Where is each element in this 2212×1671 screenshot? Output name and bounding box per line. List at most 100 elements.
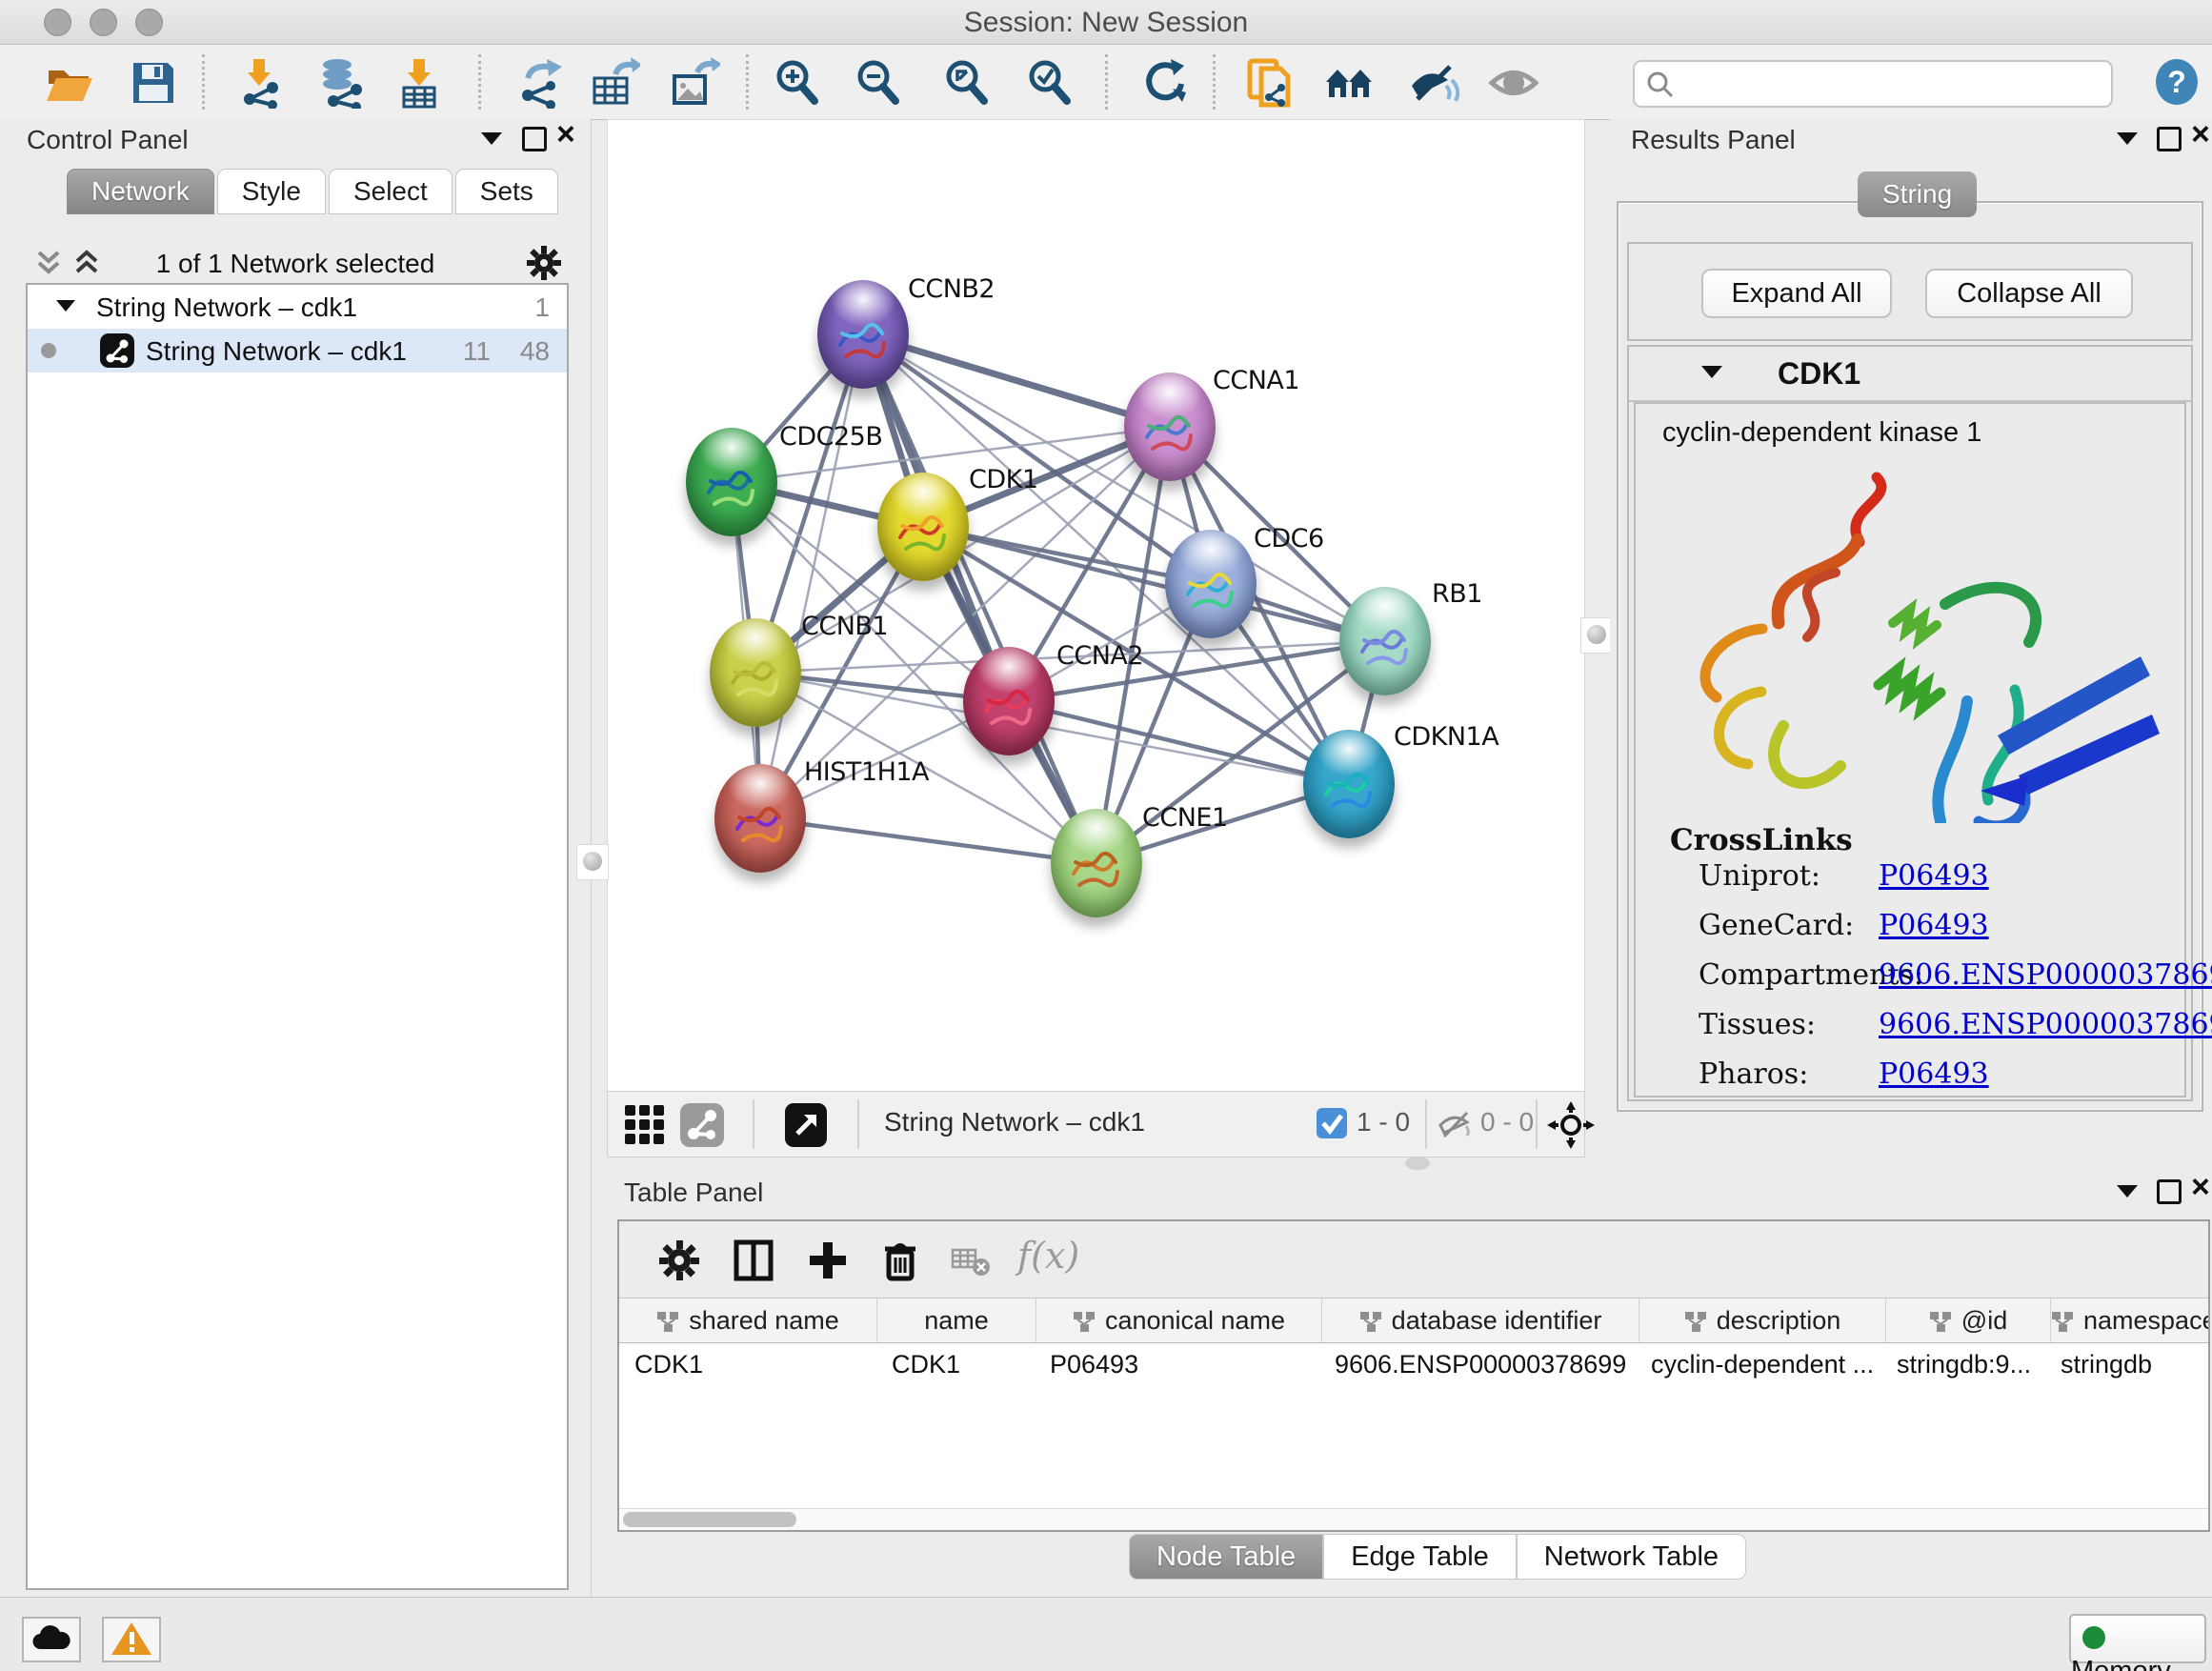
toolbar-separator: [746, 54, 749, 110]
table-cell[interactable]: P06493: [1035, 1343, 1319, 1385]
string-view-icon[interactable]: [680, 1103, 724, 1147]
zoom-out-icon[interactable]: [853, 57, 904, 109]
network-node-CDC6[interactable]: [1165, 530, 1257, 638]
network-node-HIST1H1A[interactable]: [714, 764, 806, 873]
edge-CCNB2-CCNA1[interactable]: [863, 334, 1170, 427]
network-node-CCNE1[interactable]: [1051, 809, 1142, 917]
crosslink-link[interactable]: P06493: [1879, 909, 1989, 942]
horizontal-scrollbar[interactable]: [619, 1508, 2208, 1530]
tab-style[interactable]: Style: [217, 169, 326, 214]
hide-selection-icon[interactable]: [1408, 57, 1459, 109]
tab-select[interactable]: Select: [329, 169, 452, 214]
import-network-icon[interactable]: [236, 57, 288, 109]
tab-edge-table[interactable]: Edge Table: [1323, 1534, 1517, 1580]
zoom-selected-icon[interactable]: [1024, 57, 1076, 109]
tab-sets[interactable]: Sets: [455, 169, 558, 214]
crosslinks-title: CrossLinks: [1670, 823, 1853, 857]
tab-node-table[interactable]: Node Table: [1129, 1534, 1323, 1580]
column-header-shared-name[interactable]: shared name: [619, 1299, 877, 1342]
network-options-gear-icon[interactable]: [526, 245, 562, 281]
column-header-namespace[interactable]: namespace: [2051, 1299, 2208, 1342]
refresh-icon[interactable]: [1138, 57, 1190, 109]
table-cell[interactable]: cyclin-dependent ...: [1636, 1343, 1881, 1385]
close-panel-icon[interactable]: ×: [2191, 1178, 2210, 1197]
expand-all-button[interactable]: Expand All: [1701, 269, 1892, 318]
table-cell[interactable]: 9606.ENSP00000378699: [1319, 1343, 1636, 1385]
network-node-RB1[interactable]: [1339, 587, 1431, 695]
main-toolbar: ?: [0, 45, 2212, 120]
open-session-icon[interactable]: [44, 57, 95, 109]
search-input[interactable]: [1680, 66, 2103, 100]
import-network-database-icon[interactable]: [316, 57, 368, 109]
network-node-CDC25B[interactable]: [686, 428, 777, 536]
zoom-fit-icon[interactable]: [941, 57, 993, 109]
table-cell[interactable]: stringdb:9...: [1881, 1343, 2045, 1385]
tab-network[interactable]: Network: [67, 169, 214, 214]
collapse-all-button[interactable]: Collapse All: [1925, 269, 2133, 318]
table-cell[interactable]: CDK1: [876, 1343, 1035, 1385]
selected-checkbox-icon[interactable]: [1317, 1108, 1347, 1138]
close-panel-icon[interactable]: ×: [2191, 125, 2210, 144]
column-header-name[interactable]: name: [877, 1299, 1036, 1342]
crosslink-link[interactable]: P06493: [1879, 1057, 1989, 1091]
float-panel-icon[interactable]: [2157, 127, 2182, 151]
entry-collapse-icon[interactable]: [1701, 366, 1722, 378]
delete-column-icon[interactable]: [878, 1238, 922, 1282]
float-panel-icon[interactable]: [522, 127, 547, 151]
show-all-icon[interactable]: [1488, 57, 1539, 109]
network-node-CDK1[interactable]: [877, 473, 969, 581]
tree-expand-icon[interactable]: [56, 300, 75, 312]
table-options-gear-icon[interactable]: [657, 1238, 701, 1282]
cloud-status-button[interactable]: [22, 1617, 81, 1662]
warning-status-button[interactable]: [102, 1617, 161, 1662]
new-network-from-selection-icon[interactable]: [1246, 57, 1297, 109]
table-cell[interactable]: stringdb: [2045, 1343, 2207, 1385]
column-label: canonical name: [1105, 1306, 1285, 1335]
collapse-panel-icon[interactable]: [2117, 1185, 2138, 1198]
network-node-CCNA2[interactable]: [963, 647, 1055, 755]
close-panel-icon[interactable]: ×: [556, 125, 575, 144]
crosslink-link[interactable]: 9606.ENSP00000378699: [1879, 958, 2212, 992]
help-icon[interactable]: ?: [2153, 58, 2204, 110]
first-neighbors-icon[interactable]: [1324, 57, 1376, 109]
tab-string[interactable]: String: [1858, 171, 1977, 217]
network-node-CDKN1A[interactable]: [1303, 730, 1395, 838]
left-splitter-handle[interactable]: [576, 844, 609, 880]
column-header-description[interactable]: description: [1639, 1299, 1886, 1342]
edge-CCNB2-HIST1H1A[interactable]: [760, 334, 863, 818]
float-panel-icon[interactable]: [2157, 1179, 2182, 1204]
tab-network-table[interactable]: Network Table: [1517, 1534, 1746, 1580]
table-row[interactable]: CDK1CDK1P064939606.ENSP00000378699cyclin…: [619, 1343, 2208, 1385]
collapse-panel-icon[interactable]: [481, 132, 502, 145]
export-table-icon[interactable]: [589, 57, 640, 109]
crosslink-link[interactable]: P06493: [1879, 859, 1989, 893]
table-cell[interactable]: CDK1: [619, 1343, 876, 1385]
save-session-icon[interactable]: [128, 57, 179, 109]
network-canvas[interactable]: CCNB2CCNA1CDC25BCDK1CDC6RB1CCNB1CCNA2CDK…: [607, 119, 1585, 1093]
column-header-database-identifier[interactable]: database identifier: [1322, 1299, 1639, 1342]
network-collection-row[interactable]: String Network – cdk1 1: [28, 285, 567, 329]
show-columns-icon[interactable]: [732, 1238, 775, 1282]
collapse-panel-icon[interactable]: [2117, 132, 2138, 145]
add-column-icon[interactable]: [806, 1238, 850, 1282]
network-node-CCNB1[interactable]: [710, 618, 801, 727]
bottom-splitter-handle[interactable]: [1405, 1157, 1430, 1170]
network-node-CCNB2[interactable]: [817, 280, 909, 389]
column-header--id[interactable]: @id: [1886, 1299, 2051, 1342]
fit-content-crosshair-icon[interactable]: [1547, 1101, 1595, 1149]
import-table-icon[interactable]: [396, 57, 448, 109]
export-image-icon[interactable]: [669, 57, 720, 109]
column-header-canonical-name[interactable]: canonical name: [1036, 1299, 1322, 1342]
network-node-CCNA1[interactable]: [1124, 372, 1216, 481]
memory-button[interactable]: Memory: [2069, 1614, 2206, 1663]
crosslink-link[interactable]: 9606.ENSP00000378699: [1879, 1008, 2212, 1041]
right-splitter-handle[interactable]: [1580, 617, 1613, 654]
edge-HIST1H1A-CCNE1[interactable]: [760, 818, 1096, 863]
zoom-in-icon[interactable]: [772, 57, 823, 109]
export-network-icon[interactable]: [514, 57, 566, 109]
birds-eye-view-icon[interactable]: [785, 1103, 827, 1147]
node-entry-header[interactable]: CDK1: [1629, 347, 2191, 402]
grid-view-icon[interactable]: [623, 1103, 667, 1147]
scrollbar-thumb[interactable]: [623, 1512, 796, 1527]
network-row[interactable]: String Network – cdk1 11 48: [28, 329, 567, 372]
